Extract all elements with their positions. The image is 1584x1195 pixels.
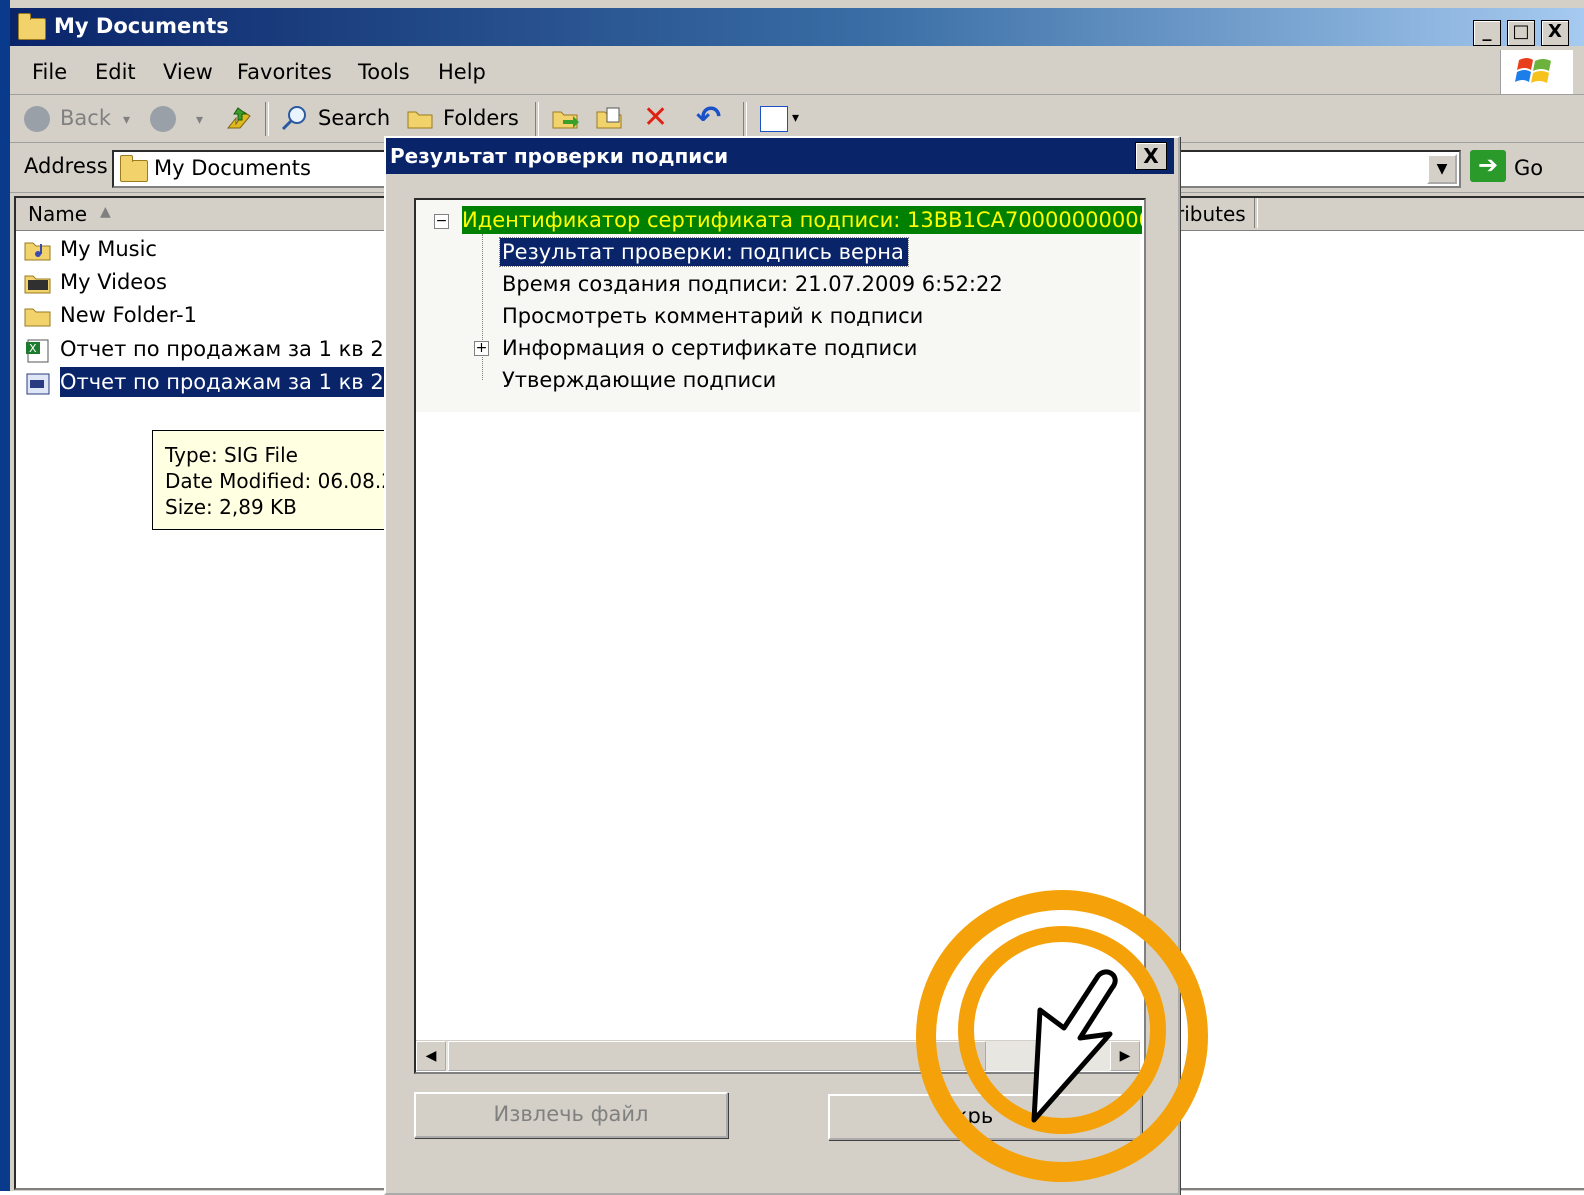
dialog-title-bar[interactable]: Результат проверки подписи bbox=[386, 138, 1174, 174]
list-item-label: My Music bbox=[60, 237, 157, 261]
dialog-close-button[interactable]: X bbox=[1135, 142, 1167, 170]
window-title-bar[interactable]: My Documents _ □ X bbox=[10, 8, 1584, 46]
highlight-annotation bbox=[916, 890, 1208, 1182]
forward-arrow-icon[interactable] bbox=[150, 106, 176, 132]
back-arrow-icon[interactable] bbox=[24, 106, 50, 132]
my-documents-icon bbox=[120, 155, 148, 182]
windows-logo-icon bbox=[1500, 50, 1573, 94]
go-arrow-icon[interactable]: ➔ bbox=[1470, 150, 1506, 182]
column-header-name[interactable]: Name bbox=[28, 202, 87, 226]
views-icon[interactable] bbox=[760, 106, 788, 132]
tree-node-signing-time[interactable]: Время создания подписи: 21.07.2009 6:52:… bbox=[502, 270, 1003, 298]
undo-icon[interactable]: ↶ bbox=[696, 100, 721, 135]
list-item[interactable]: My Music bbox=[24, 234, 384, 264]
folders-button[interactable]: Folders bbox=[443, 106, 519, 130]
pointer-arrow-icon bbox=[1031, 969, 1118, 1123]
tooltip-type: Type: SIG File bbox=[165, 443, 298, 467]
toolbar-separator bbox=[535, 102, 539, 136]
address-value: My Documents bbox=[154, 156, 311, 180]
list-item-selected[interactable]: Отчет по продажам за 1 кв 2009 bbox=[24, 367, 384, 397]
tooltip-size: Size: 2,89 KB bbox=[165, 495, 297, 519]
back-button[interactable]: Back bbox=[60, 106, 111, 130]
toolbar-separator bbox=[743, 102, 747, 136]
menu-file[interactable]: File bbox=[32, 60, 67, 84]
toolbar-separator bbox=[265, 102, 269, 136]
list-item-label: My Videos bbox=[60, 270, 167, 294]
extract-file-button[interactable]: Извлечь файл bbox=[414, 1092, 728, 1138]
folder-icon bbox=[24, 304, 52, 328]
collapse-icon[interactable]: − bbox=[434, 214, 449, 229]
tree-node-view-comment[interactable]: Просмотреть комментарий к подписи bbox=[502, 302, 923, 330]
menu-bar: File Edit View Favorites Tools Help bbox=[10, 50, 1584, 95]
list-item[interactable]: X Отчет по продажам за 1 кв 2009 bbox=[24, 334, 384, 364]
address-label: Address bbox=[24, 154, 108, 178]
menu-view[interactable]: View bbox=[163, 60, 213, 84]
sort-ascending-icon: ▲ bbox=[100, 204, 111, 220]
list-item-label: Отчет по продажам за 1 кв 2009 bbox=[59, 367, 384, 397]
list-item-label: Отчет по продажам за 1 кв 2009 bbox=[60, 337, 384, 361]
dialog-title: Результат проверки подписи bbox=[390, 144, 729, 168]
menu-favorites[interactable]: Favorites bbox=[237, 60, 332, 84]
tree-node-verification-result[interactable]: Результат проверки: подпись верна bbox=[499, 237, 909, 267]
tooltip-date: Date Modified: 06.08.2 bbox=[165, 469, 394, 493]
menu-tools[interactable]: Tools bbox=[358, 60, 410, 84]
close-window-button[interactable]: X bbox=[1541, 20, 1569, 46]
excel-file-icon: X bbox=[24, 338, 52, 363]
video-folder-icon bbox=[24, 271, 52, 295]
my-documents-icon bbox=[18, 13, 46, 40]
sig-file-icon bbox=[24, 371, 52, 395]
folders-icon[interactable] bbox=[406, 106, 434, 130]
address-dropdown-button[interactable]: ▼ bbox=[1427, 154, 1457, 184]
scroll-left-button[interactable]: ◀ bbox=[416, 1041, 446, 1071]
svg-text:X: X bbox=[29, 342, 37, 355]
tree-node-certificate-id[interactable]: Идентификатор сертификата подписи: 13BB1… bbox=[462, 206, 1142, 234]
expand-icon[interactable]: + bbox=[474, 341, 489, 356]
window-title: My Documents bbox=[54, 14, 229, 38]
views-dropdown-icon[interactable]: ▾ bbox=[792, 110, 799, 126]
file-tooltip: Type: SIG File Date Modified: 06.08.2 Si… bbox=[152, 430, 394, 530]
tree-connector-line bbox=[482, 234, 484, 380]
search-button[interactable]: Search bbox=[318, 106, 390, 130]
menu-help[interactable]: Help bbox=[438, 60, 486, 84]
minimize-button[interactable]: _ bbox=[1473, 20, 1501, 46]
column-divider[interactable] bbox=[1254, 198, 1258, 228]
delete-icon[interactable]: ✕ bbox=[643, 100, 668, 135]
back-dropdown-icon[interactable]: ▾ bbox=[123, 112, 130, 128]
copy-to-icon[interactable] bbox=[595, 104, 625, 137]
music-folder-icon bbox=[24, 238, 52, 262]
tree-node-certificate-info[interactable]: Информация о сертификате подписи bbox=[502, 334, 917, 362]
maximize-button[interactable]: □ bbox=[1507, 20, 1535, 46]
desktop-edge bbox=[0, 0, 10, 1191]
forward-dropdown-icon[interactable]: ▾ bbox=[196, 112, 203, 128]
move-to-icon[interactable] bbox=[551, 104, 581, 137]
list-item-label: New Folder-1 bbox=[60, 303, 197, 327]
tree-node-countersignatures[interactable]: Утверждающие подписи bbox=[502, 366, 776, 394]
column-header-attributes[interactable]: ributes bbox=[1176, 202, 1246, 226]
menu-edit[interactable]: Edit bbox=[95, 60, 136, 84]
list-item[interactable]: My Videos bbox=[24, 267, 384, 297]
up-folder-icon[interactable] bbox=[224, 104, 252, 132]
go-button[interactable]: Go bbox=[1514, 156, 1543, 180]
search-icon[interactable] bbox=[280, 104, 308, 132]
list-item[interactable]: New Folder-1 bbox=[24, 300, 384, 330]
